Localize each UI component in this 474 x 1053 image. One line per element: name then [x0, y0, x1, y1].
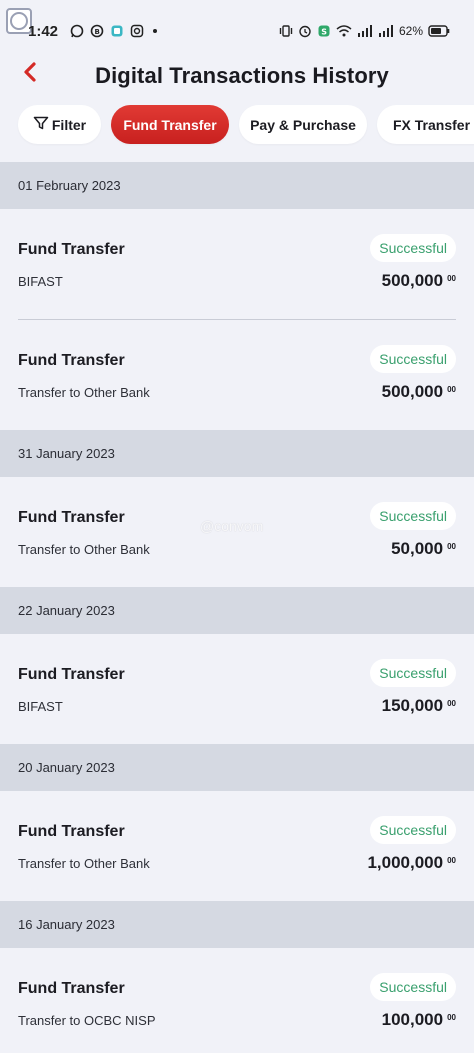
tab-label: FX Transfer [393, 116, 471, 133]
transaction-amount: 150,000 00 [382, 696, 456, 716]
dot-icon [150, 26, 160, 36]
amount-value: 1,000,000 [367, 853, 444, 872]
whatsapp-business-icon: B [90, 24, 104, 38]
svg-text:S: S [321, 27, 327, 36]
back-button[interactable] [14, 58, 46, 90]
vpn-icon: S [317, 24, 331, 38]
transaction-title: Fund Transfer [18, 666, 125, 683]
transaction-list: 01 February 2023 Fund Transfer BIFAST Su… [0, 162, 474, 1053]
filter-label: Filter [51, 116, 87, 133]
date-header: 22 January 2023 [0, 587, 474, 634]
date-label: 20 January 2023 [18, 760, 115, 775]
transaction-type: Transfer to Other Bank [18, 542, 150, 557]
alarm-icon [298, 24, 312, 38]
amount-value: 50,000 [391, 539, 444, 558]
transaction-title: Fund Transfer [18, 823, 125, 840]
transaction-title: Fund Transfer [18, 352, 125, 369]
amount-cents: 00 [447, 1013, 456, 1022]
amount-cents: 00 [447, 542, 456, 551]
transaction-amount: 100,000 00 [382, 1010, 456, 1030]
status-badge: Successful [370, 973, 456, 1001]
status-badge: Successful [370, 659, 456, 687]
status-badge: Successful [370, 816, 456, 844]
filter-icon [33, 115, 49, 134]
signal-icon [378, 24, 394, 38]
date-label: 22 January 2023 [18, 603, 115, 618]
date-label: 16 January 2023 [18, 917, 115, 932]
whatsapp-icon [70, 24, 84, 38]
chat-icon [110, 24, 124, 38]
vibrate-icon [279, 24, 293, 38]
instagram-icon [130, 24, 144, 38]
wifi-icon [336, 24, 352, 38]
status-badge: Successful [370, 234, 456, 262]
amount-value: 500,000 [381, 382, 444, 401]
status-badge: Successful [370, 345, 456, 373]
svg-text:B: B [95, 28, 100, 36]
transaction-type: BIFAST [18, 274, 63, 289]
battery-percent: 62% [398, 24, 423, 38]
date-header: 31 January 2023 [0, 430, 474, 477]
chevron-left-icon [22, 61, 38, 88]
date-header: 20 January 2023 [0, 744, 474, 791]
filter-button[interactable]: Filter [18, 105, 101, 144]
amount-value: 100,000 [381, 1010, 444, 1029]
transaction-amount: 500,000 00 [382, 271, 456, 291]
transaction-type: Transfer to Other Bank [18, 385, 150, 400]
date-label: 31 January 2023 [18, 446, 115, 461]
transaction-item[interactable]: Fund Transfer BIFAST Successful 150,000 … [0, 634, 474, 744]
amount-cents: 00 [447, 385, 456, 394]
battery-icon [428, 25, 450, 37]
transaction-amount: 500,000 00 [382, 382, 456, 402]
date-label: 01 February 2023 [18, 178, 121, 193]
transaction-item[interactable]: Fund Transfer Transfer to OCBC NISP Succ… [0, 948, 474, 1053]
status-time: 1:42 [28, 22, 59, 40]
status-right: S 62% [279, 24, 450, 38]
transaction-type: Transfer to Other Bank [18, 856, 150, 871]
signal-icon [357, 24, 373, 38]
watermark: @convom [200, 518, 264, 534]
amount-cents: 00 [447, 699, 456, 708]
tab-fx-transfer[interactable]: FX Transfer [377, 105, 474, 144]
transaction-item[interactable]: Fund Transfer Transfer to Other Bank Suc… [0, 791, 474, 901]
page-title: Digital Transactions History [95, 63, 389, 88]
transaction-item[interactable]: Fund Transfer BIFAST Successful 500,000 … [0, 209, 474, 319]
filter-chips: Filter Fund Transfer Pay & Purchase FX T… [18, 105, 474, 145]
status-left: 1:42 B [28, 23, 160, 40]
transaction-item[interactable]: Fund Transfer Transfer to Other Bank Suc… [0, 320, 474, 430]
transaction-amount: 1,000,000 00 [367, 853, 456, 873]
tab-pay-purchase[interactable]: Pay & Purchase [239, 105, 367, 144]
transaction-title: Fund Transfer [18, 241, 125, 258]
tab-label: Fund Transfer [123, 116, 217, 133]
amount-cents: 00 [447, 274, 456, 283]
app-header: Digital Transactions History [0, 50, 474, 102]
transaction-amount: 50,000 00 [391, 539, 456, 559]
tab-label: Pay & Purchase [250, 116, 356, 133]
tab-fund-transfer[interactable]: Fund Transfer [111, 105, 229, 144]
transaction-title: Fund Transfer [18, 509, 125, 526]
transaction-type: BIFAST [18, 699, 63, 714]
date-header: 01 February 2023 [0, 162, 474, 209]
amount-value: 500,000 [381, 271, 444, 290]
transaction-type: Transfer to OCBC NISP [18, 1013, 156, 1028]
transaction-title: Fund Transfer [18, 980, 125, 997]
date-header: 16 January 2023 [0, 901, 474, 948]
amount-value: 150,000 [381, 696, 444, 715]
status-badge: Successful [370, 502, 456, 530]
amount-cents: 00 [447, 856, 456, 865]
